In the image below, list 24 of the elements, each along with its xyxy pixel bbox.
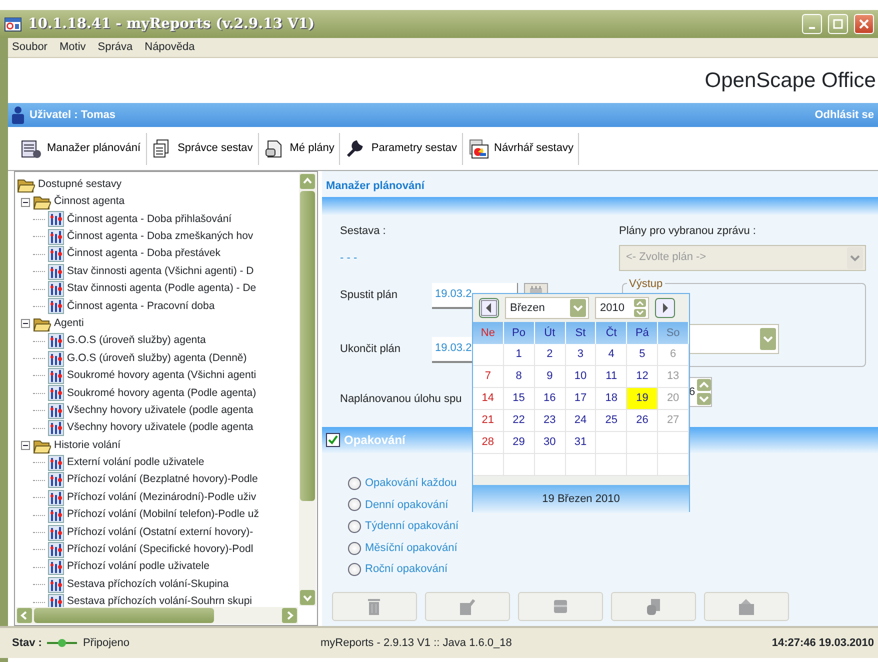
weekday-label: Čt [596, 322, 628, 344]
weekday-label: St [566, 322, 596, 344]
section-title: Opakování [344, 432, 406, 448]
weekday-label: Pá [627, 322, 658, 344]
field-label: Naplánovanou úlohu spu [340, 392, 462, 408]
field-label: Plány pro vybranou zprávu : [619, 224, 757, 238]
connection-status: Připojeno [82, 636, 130, 651]
status-label: Stav : [12, 636, 42, 651]
field-label: Ukončit plán [340, 342, 402, 358]
window-title: 10.1.18.41 - myReports (v.2.9.13 V1) [28, 14, 316, 34]
weekday-label: Po [504, 322, 535, 344]
weekday-label: Út [534, 322, 566, 344]
panel-title: Manažer plánování [325, 179, 426, 194]
user-label: Uživatel : Tomas [30, 108, 116, 123]
field-label: Sestava : [340, 224, 387, 238]
group-legend: Výstup [627, 276, 665, 292]
calendar-footer: 19 Březen 2010 [473, 485, 689, 513]
version-text: myReports - 2.9.13 V1 :: Java 1.6.0_18 [320, 636, 513, 651]
weekday-label: So [658, 322, 689, 344]
report-value: - - - [340, 251, 358, 266]
clock: 14:27:46 19.03.2010 [772, 636, 874, 651]
field-label: Spustit plán [340, 288, 398, 304]
weekday-label: Ne [473, 322, 504, 344]
brand-title: OpenScape Office [704, 68, 876, 94]
